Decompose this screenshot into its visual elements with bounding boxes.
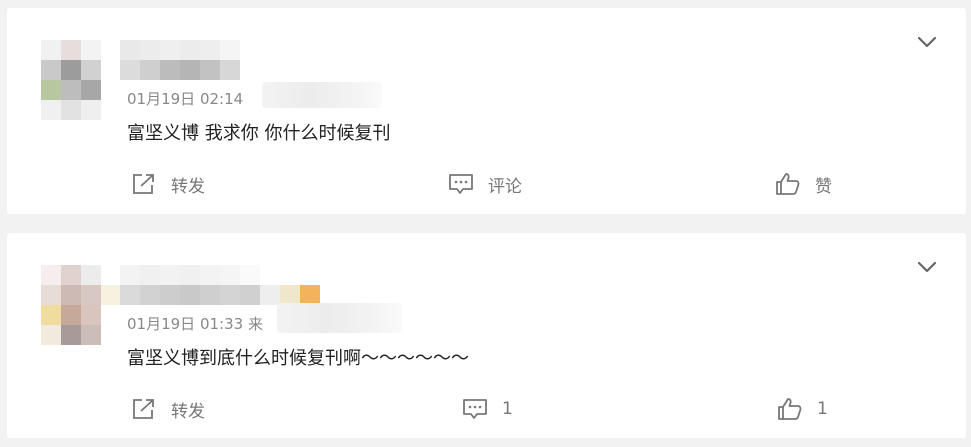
like-label: 赞 xyxy=(815,176,832,197)
like-count: 1 xyxy=(817,399,828,419)
comment-timestamp: 01月19日 01:33 来 xyxy=(127,315,263,333)
comment-icon xyxy=(449,174,473,194)
comment-icon xyxy=(463,399,487,419)
like-button[interactable]: 1 xyxy=(777,395,828,423)
comment-timestamp: 01月19日 02:14 xyxy=(127,90,244,108)
repost-button[interactable]: 转发 xyxy=(131,170,205,198)
avatar[interactable] xyxy=(41,265,121,345)
chevron-down-icon[interactable] xyxy=(916,34,938,50)
chevron-down-icon[interactable] xyxy=(916,259,938,275)
source-info xyxy=(262,82,382,108)
comment-button[interactable]: 1 xyxy=(462,395,513,423)
avatar[interactable] xyxy=(41,40,121,120)
comment-card: 01月19日 01:33 来 富坚义博到底什么时候复刊啊～～～～～～ 转发 1 … xyxy=(7,233,966,438)
repost-label: 转发 xyxy=(171,176,205,197)
share-icon xyxy=(133,174,154,194)
comment-card: 01月19日 02:14 富坚义博 我求你 你什么时候复刊 转发 评论 赞 xyxy=(7,8,966,214)
thumbs-up-icon xyxy=(776,173,800,195)
comment-text: 富坚义博到底什么时候复刊啊～～～～～～ xyxy=(127,348,469,369)
username[interactable] xyxy=(120,40,240,80)
repost-label: 转发 xyxy=(171,401,205,422)
comment-button[interactable]: 评论 xyxy=(448,170,522,198)
thumbs-up-icon xyxy=(778,398,802,420)
like-button[interactable]: 赞 xyxy=(775,170,832,198)
source-info xyxy=(277,303,402,333)
repost-button[interactable]: 转发 xyxy=(131,395,205,423)
username[interactable] xyxy=(120,265,320,305)
share-icon xyxy=(133,399,154,419)
comment-count: 1 xyxy=(502,399,513,419)
comment-text: 富坚义博 我求你 你什么时候复刊 xyxy=(127,123,391,144)
comment-label: 评论 xyxy=(488,176,522,197)
